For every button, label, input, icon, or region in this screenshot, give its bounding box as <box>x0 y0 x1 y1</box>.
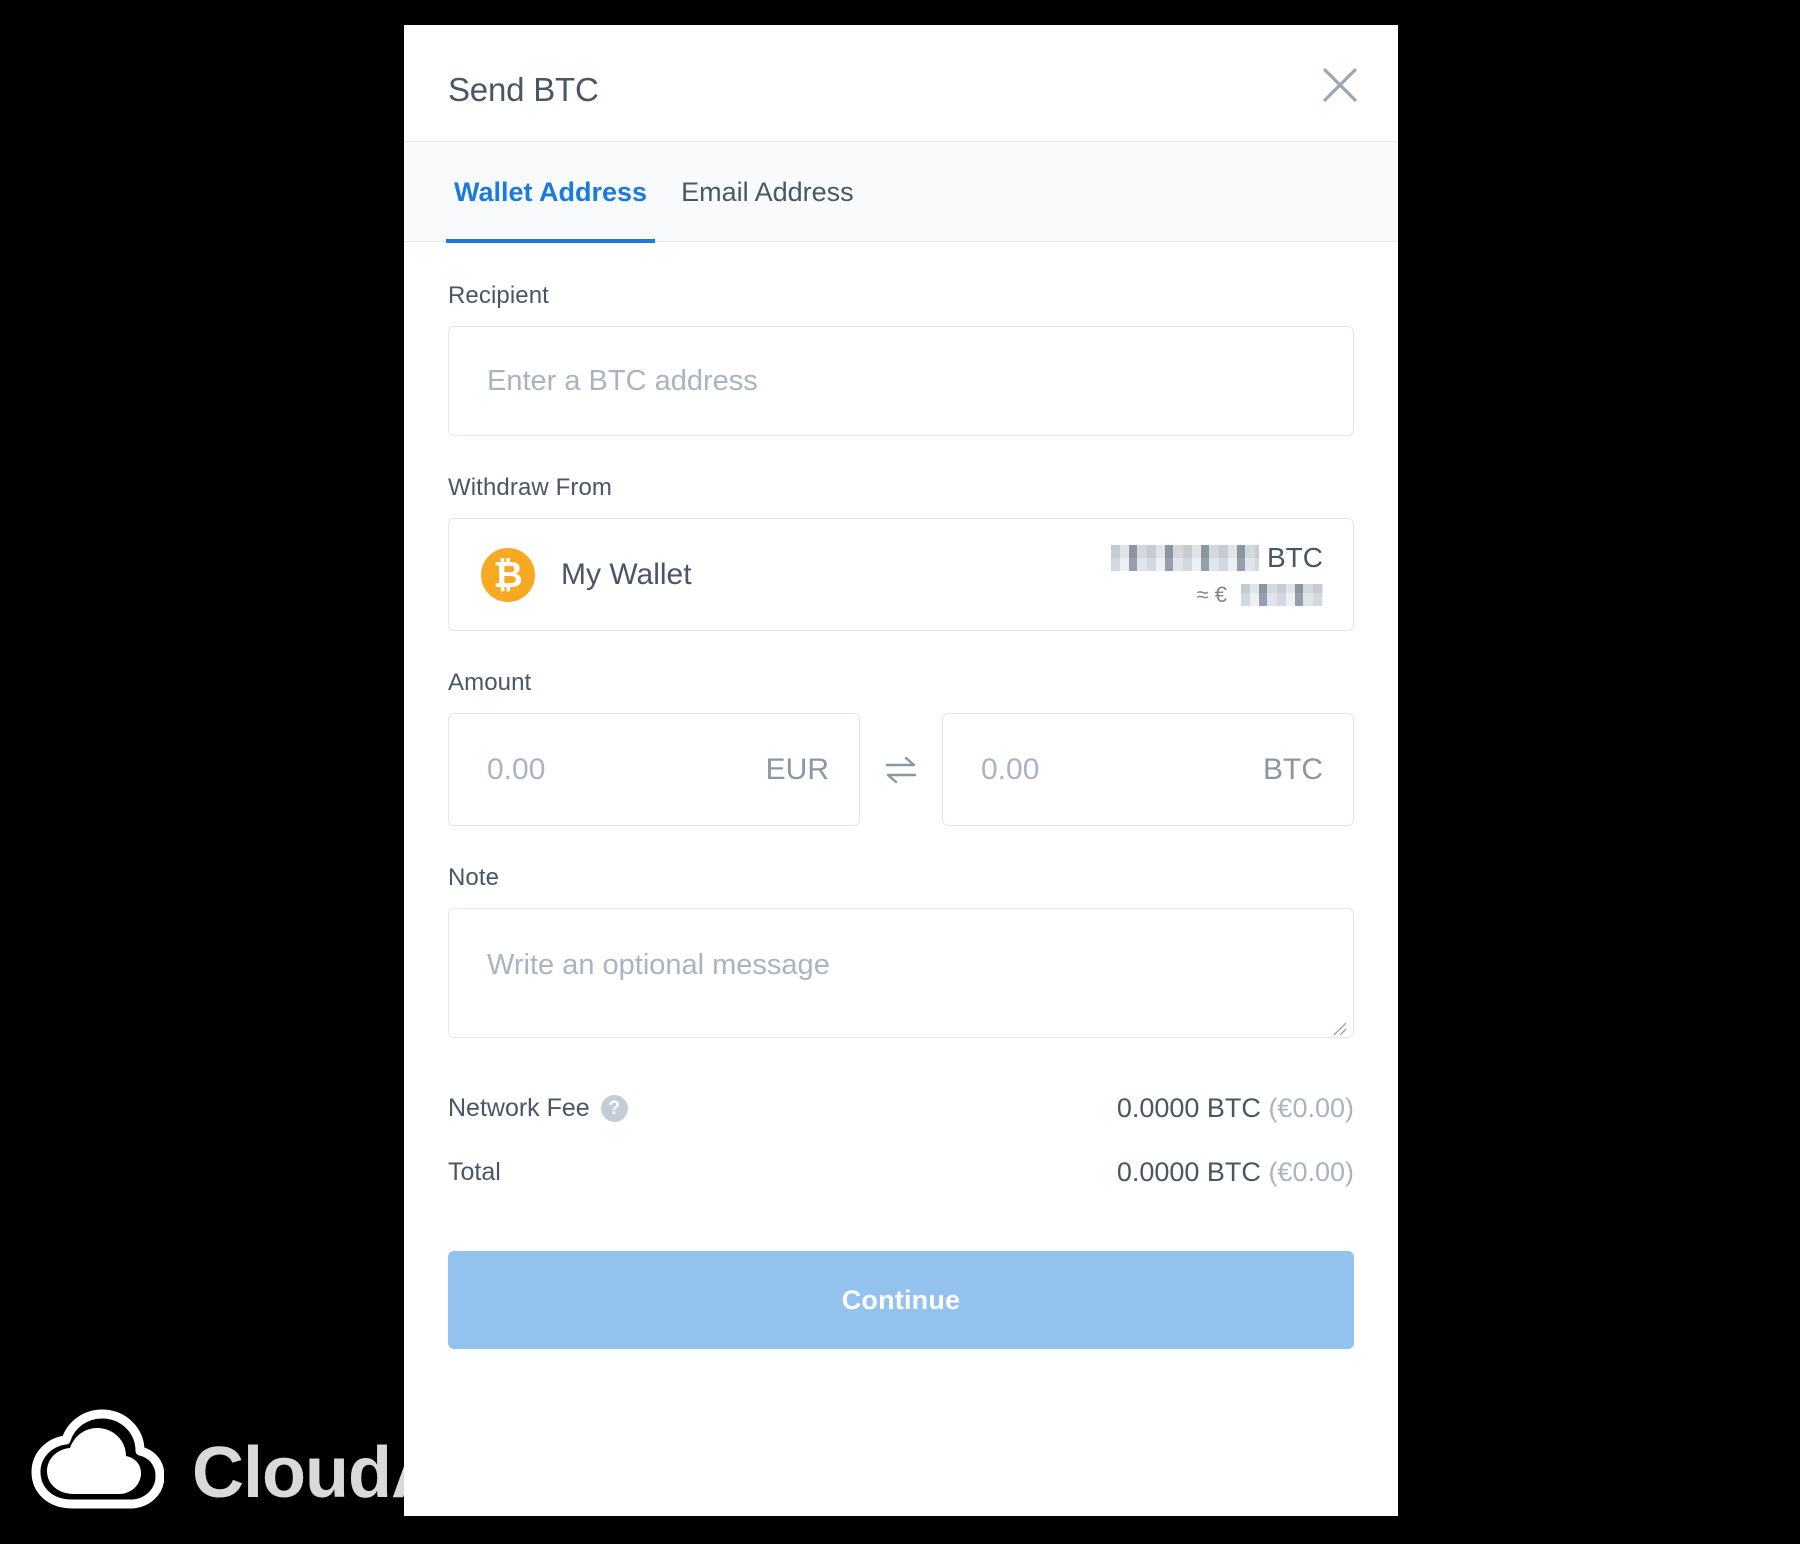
network-fee-label: Network Fee <box>448 1093 590 1122</box>
amount-fiat-field[interactable]: 0.00 EUR <box>448 713 860 826</box>
amount-fiat-value: 0.00 <box>487 752 546 786</box>
withdraw-from-label: Withdraw From <box>448 474 612 501</box>
redacted-balance-fiat <box>1241 583 1323 606</box>
continue-button[interactable]: Continue <box>448 1251 1354 1349</box>
screenshot-canvas: Send BTC Wallet Address Email Address Re… <box>0 0 1800 1544</box>
wallet-selector[interactable]: ₿ My Wallet BTC ≈ € <box>448 518 1354 631</box>
network-fee-label-wrap: Network Fee ? <box>448 1094 628 1123</box>
modal-body: Recipient Withdraw From ₿ My Wallet BTC <box>404 242 1398 1349</box>
send-btc-modal: Send BTC Wallet Address Email Address Re… <box>404 25 1398 1516</box>
tab-wallet-address[interactable]: Wallet Address <box>446 142 656 243</box>
total-fiat: (€0.00) <box>1268 1156 1354 1187</box>
tab-wallet-address-label: Wallet Address <box>454 176 648 207</box>
total-label: Total <box>448 1157 501 1186</box>
network-fee-fiat: (€0.00) <box>1268 1092 1354 1123</box>
network-fee-btc: 0.0000 BTC <box>1116 1092 1261 1123</box>
note-label: Note <box>448 864 500 891</box>
network-fee-row: Network Fee ? 0.0000 BTC (€0.00) <box>448 1081 1354 1135</box>
total-btc: 0.0000 BTC <box>1116 1156 1261 1187</box>
wallet-balance-unit: BTC <box>1267 541 1323 573</box>
cloud-icon <box>31 1409 164 1509</box>
modal-header: Send BTC <box>404 25 1398 142</box>
wallet-name: My Wallet <box>561 557 692 591</box>
tab-bar: Wallet Address Email Address <box>404 142 1398 243</box>
amount-crypto-currency: BTC <box>1263 752 1323 786</box>
wallet-balance-fiat-row: ≈ € <box>1111 582 1323 608</box>
wallet-balance: BTC ≈ € <box>1111 542 1329 608</box>
fiat-approx-prefix: ≈ € <box>1196 581 1227 607</box>
total-row: Total 0.0000 BTC (€0.00) <box>448 1145 1354 1199</box>
recipient-group: Recipient <box>448 282 1354 436</box>
note-group: Note <box>448 864 1354 1043</box>
withdraw-from-group: Withdraw From ₿ My Wallet BTC ≈ € <box>448 474 1354 631</box>
wallet-balance-crypto-row: BTC <box>1111 542 1323 574</box>
recipient-label: Recipient <box>448 282 549 309</box>
close-icon[interactable] <box>1314 59 1366 111</box>
page-title: Send BTC <box>448 71 599 108</box>
redacted-balance-amount <box>1111 544 1259 571</box>
total-label-wrap: Total <box>448 1158 501 1187</box>
amount-fiat-currency: EUR <box>765 752 829 786</box>
amount-crypto-field[interactable]: 0.00 BTC <box>942 713 1354 826</box>
tab-email-address-label: Email Address <box>681 176 854 207</box>
summary-section: Network Fee ? 0.0000 BTC (€0.00) Total 0… <box>448 1081 1354 1199</box>
help-icon[interactable]: ? <box>600 1094 628 1122</box>
tab-email-address[interactable]: Email Address <box>673 142 862 242</box>
amount-crypto-value: 0.00 <box>981 752 1040 786</box>
note-textarea[interactable] <box>448 908 1354 1038</box>
total-value: 0.0000 BTC (€0.00) <box>1117 1157 1354 1188</box>
bitcoin-symbol: ₿ <box>493 553 523 595</box>
bitcoin-icon: ₿ <box>481 547 535 602</box>
recipient-input[interactable] <box>448 326 1354 436</box>
network-fee-value: 0.0000 BTC (€0.00) <box>1117 1093 1354 1124</box>
amount-row: 0.00 EUR 0.00 BTC <box>448 713 1354 826</box>
swap-arrows-icon[interactable] <box>860 748 942 792</box>
amount-group: Amount 0.00 EUR 0.00 BTC <box>448 669 1354 826</box>
amount-label: Amount <box>448 669 532 696</box>
